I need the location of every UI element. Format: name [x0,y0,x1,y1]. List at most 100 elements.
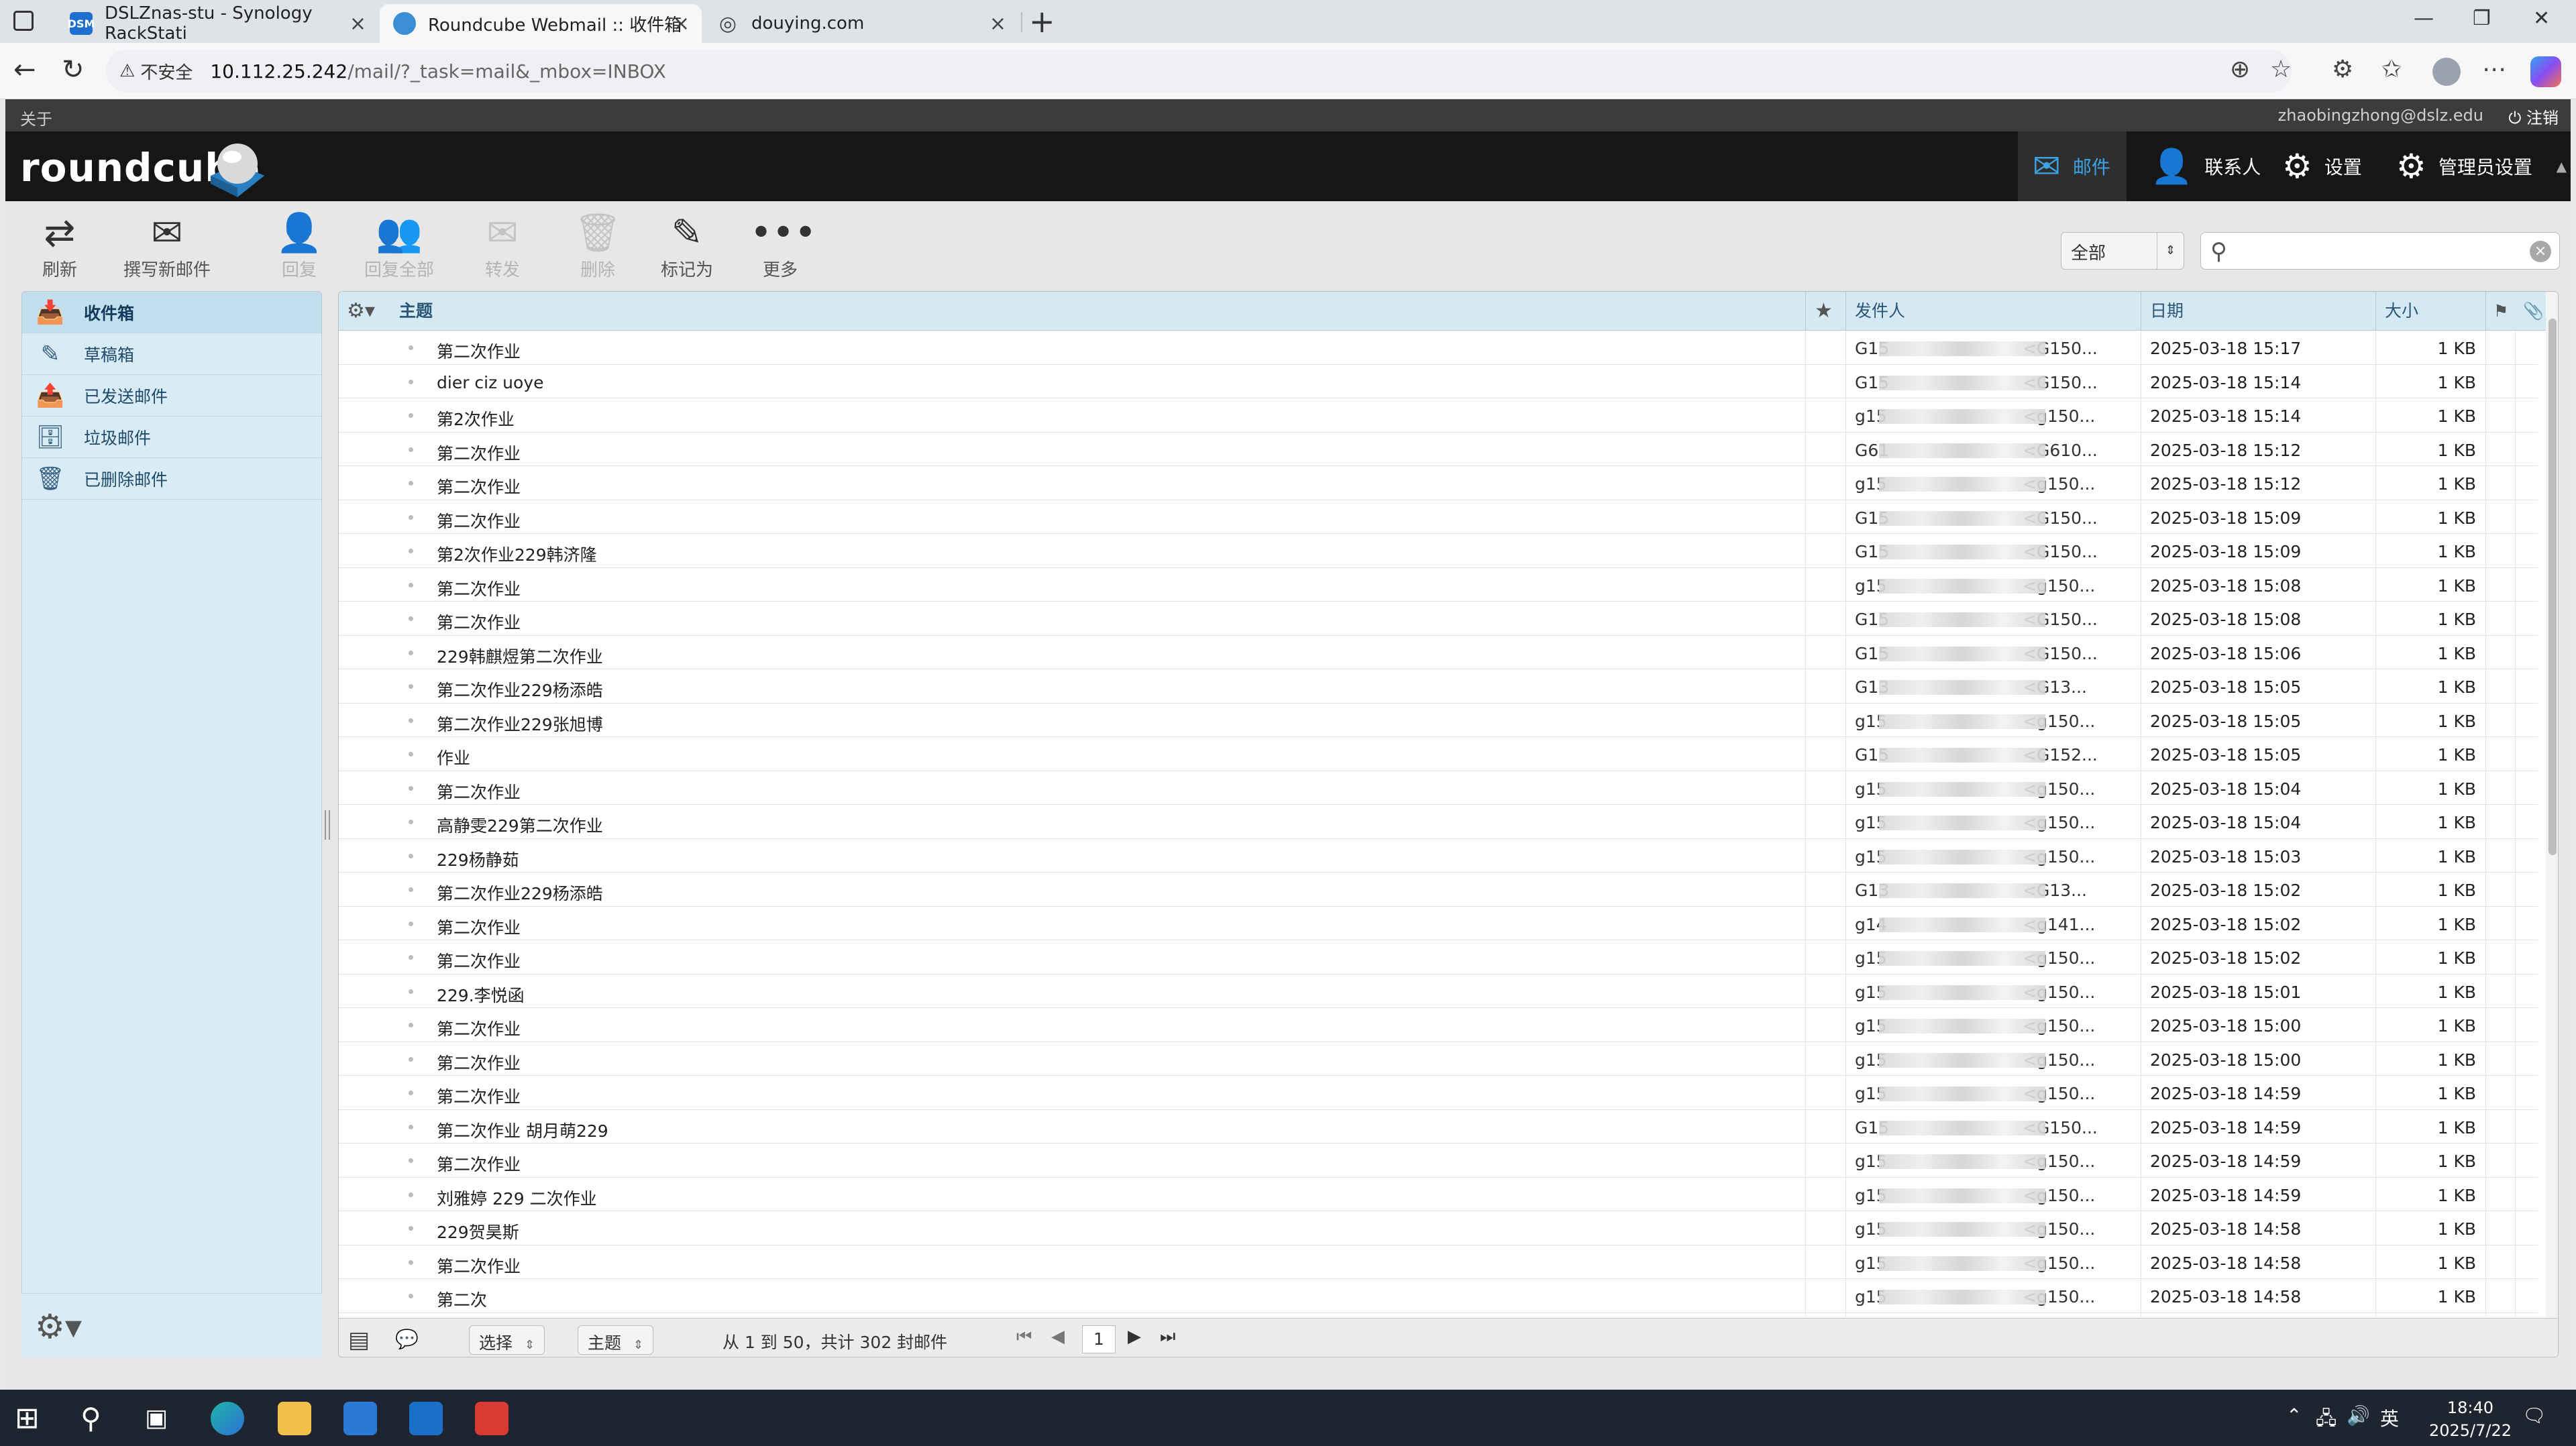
close-icon[interactable]: × [350,12,366,36]
message-row[interactable]: 229韩麒煜第二次作业 G15 <G150... 2025-03-18 15:06 1 … [339,636,2538,669]
message-row[interactable]: 第2次作业229韩济隆 G15 <G150... 2025-03-18 15:09 1 … [339,534,2538,568]
message-row[interactable]: dier ciz uoye G15 <G150... 2025-03-18 15:14… [339,365,2538,398]
message-row[interactable]: 229.李悦函 g15 <g150... 2025-03-18 15:01 1 KB [339,975,2538,1008]
tray-chevron-icon[interactable]: ⌃ [2286,1404,2302,1427]
message-row[interactable]: 第二次作业229杨添皓 G13 <G13... 2025-03-18 15:02 1 K… [339,873,2538,907]
refresh-button[interactable]: ⇄ 刷新 [30,211,90,281]
mark-button[interactable]: ✎ 标记为 [653,211,720,281]
message-row[interactable]: 第二次作业 G15 <G150... 2025-03-18 15:17 1 KB [339,331,2538,365]
outlook-icon[interactable] [409,1402,443,1435]
message-row[interactable]: 第二次作业 g15 <g150... 2025-03-18 15:02 1 KB [339,940,2538,975]
restore-button[interactable]: ❐ [2473,7,2491,30]
browser-tab-dsm[interactable]: DSM DSLZnas-stu - Synology RackStati × [56,3,378,44]
reply-all-button[interactable]: 👥 回复全部 [356,211,443,281]
store-icon[interactable] [343,1402,377,1435]
scrollbar-thumb[interactable] [2548,319,2557,855]
system-clock[interactable]: 18:40 2025/7/22 [2429,1396,2512,1442]
favorites-icon[interactable]: ✩ [2381,56,2402,83]
message-row[interactable]: 第二次作业229杨添皓 G13 <G13... 2025-03-18 15:05 1 K… [339,669,2538,704]
url-field[interactable]: ⚠ 不安全 10.112.25.242/mail/?_task=mail&_mb… [106,50,2292,93]
column-from[interactable]: 发件人 [1855,292,1905,331]
network-icon[interactable]: 🖧 [2316,1404,2337,1437]
new-tab-button[interactable]: + [1029,5,1055,38]
profile-avatar[interactable] [2432,58,2461,86]
browser-tab-roundcube[interactable]: Roundcube Webmail :: 收件箱 × [380,4,702,43]
message-row[interactable]: 229贺昊斯 g15 <g150... 2025-03-18 14:58 1 KB [339,1211,2538,1245]
back-button[interactable]: ← [13,55,36,85]
message-row[interactable]: 第二次作业 G15 <G150... 2025-03-18 15:08 1 KB [339,602,2538,636]
browser-tab-douying[interactable]: ◎ douying.com × [703,4,1018,43]
message-row[interactable]: 第二次作业 g15 <g150... 2025-03-18 14:58 1 KB [339,1245,2538,1279]
extensions-icon[interactable]: ⚙ [2332,56,2353,83]
tab-actions-icon[interactable] [13,11,34,31]
search-icon[interactable]: ⚲ [2210,238,2227,265]
message-row[interactable]: 第二次作业 胡月萌229 G15 <G150... 2025-03-18 14:59 1… [339,1110,2538,1144]
reply-button[interactable]: 👤 回复 [272,211,326,281]
file-explorer-icon[interactable] [278,1402,311,1435]
message-row[interactable]: 第二次作业 G15 <G150... 2025-03-18 15:09 1 KB [339,500,2538,534]
flag-icon[interactable]: ⚑ [2493,292,2508,331]
window-close-button[interactable]: ✕ [2533,7,2550,30]
message-row[interactable]: 第二次作业 g15 <g150... 2025-03-18 15:04 1 KB [339,771,2538,805]
message-row[interactable]: 第二次作业 g15 <g150... 2025-03-18 14:59 1 KB [339,1076,2538,1110]
message-row[interactable]: 第2次作业 g15 <g150... 2025-03-18 15:14 1 KB [339,398,2538,433]
message-row[interactable]: 第二次作业 g15 <g150... 2025-03-18 14:59 1 KB [339,1144,2538,1178]
security-label[interactable]: 不安全 [140,59,193,84]
zoom-icon[interactable]: ⊕ [2230,56,2250,83]
message-row[interactable]: 第二次作业229张旭博 g15 <g150... 2025-03-18 15:05 1 … [339,704,2538,737]
threads-menu[interactable]: 主题 ⇕ [578,1325,654,1355]
folder-sent[interactable]: 📤 已发送邮件 [22,375,321,416]
compose-button[interactable]: ✉ 撰写新邮件 [115,211,219,281]
favorite-star-icon[interactable]: ☆ [2270,56,2292,83]
column-date[interactable]: 日期 [2150,292,2184,331]
logout-button[interactable]: ⏻ 注销 [2508,105,2559,128]
delete-button[interactable]: 🗑 删除 [568,211,628,281]
copilot-icon[interactable] [2530,56,2561,87]
list-view-icon[interactable]: ▤ [348,1327,370,1353]
nav-contacts[interactable]: 👤 联系人 [2136,131,2275,201]
message-row[interactable]: 第二次作业 g14 <g141... 2025-03-18 15:02 1 KB [339,907,2538,940]
flag-column-star-icon[interactable]: ★ [1815,292,1833,331]
reload-button[interactable]: ↻ [62,55,85,85]
list-options-gear-icon[interactable]: ⚙▾ [347,292,375,331]
collapse-header-icon[interactable]: ▲ [2557,158,2567,174]
nav-mail[interactable]: ✉ 邮件 [2018,131,2127,201]
volume-icon[interactable]: 🔊 [2347,1404,2370,1427]
folder-drafts[interactable]: ✎ 草稿箱 [22,333,321,375]
close-icon[interactable]: × [673,12,690,36]
first-page-icon[interactable]: ⏮ [1016,1327,1032,1347]
column-subject[interactable]: 主题 [399,292,433,331]
message-row[interactable]: 第二次作业 g15 <g150... 2025-03-18 15:12 1 KB [339,466,2538,500]
page-number-input[interactable]: 1 [1082,1325,1116,1353]
select-menu[interactable]: 选择 ⇕ [469,1325,545,1355]
search-icon[interactable]: ⚲ [80,1402,114,1435]
message-row[interactable]: 作业 G15 <G152... 2025-03-18 15:05 1 KB [339,737,2538,771]
threads-icon[interactable]: 💬 [395,1328,419,1350]
folder-settings-gear-icon[interactable]: ⚙▾ [35,1307,82,1346]
nav-settings[interactable]: ⚙ 设置 [2267,131,2377,201]
prev-page-icon[interactable]: ◀ [1051,1327,1065,1347]
task-view-icon[interactable]: ▣ [145,1402,178,1435]
message-row[interactable]: 刘雅婷 229 二次作业 g15 <g150... 2025-03-18 14:59 1… [339,1178,2538,1211]
about-link[interactable]: 关于 [20,106,52,129]
notifications-icon[interactable]: 🗨 [2522,1404,2546,1427]
edge-browser-icon[interactable] [211,1402,244,1435]
message-row[interactable]: 第二次作业 g15 <g150... 2025-03-18 15:00 1 KB [339,1042,2538,1076]
folder-trash[interactable]: 🗑 已删除邮件 [22,458,321,500]
more-menu-icon[interactable]: ⋯ [2482,56,2506,83]
filter-select[interactable]: 全部 ⇕ [2061,232,2184,270]
minimize-button[interactable]: — [2414,7,2434,30]
message-row[interactable]: 高静雯229第二次作业 g15 <g150... 2025-03-18 15:04 1 … [339,805,2538,839]
next-page-icon[interactable]: ▶ [1128,1327,1141,1347]
search-input[interactable]: ⚲ × [2200,232,2560,270]
pane-splitter[interactable] [325,810,330,840]
wps-icon[interactable] [475,1402,508,1435]
last-page-icon[interactable]: ⏭ [1160,1327,1175,1347]
message-row[interactable]: 229杨静茹 g15 <g150... 2025-03-18 15:03 1 KB [339,839,2538,873]
nav-admin-settings[interactable]: ⚙ 管理员设置 [2381,131,2547,201]
more-button[interactable]: ••• 更多 [750,211,816,281]
forward-button[interactable]: ✉ 转发 [472,211,533,281]
folder-inbox[interactable]: 📥 收件箱 [22,292,321,333]
attachment-icon[interactable]: 📎 [2523,292,2544,331]
close-icon[interactable]: × [989,12,1006,36]
